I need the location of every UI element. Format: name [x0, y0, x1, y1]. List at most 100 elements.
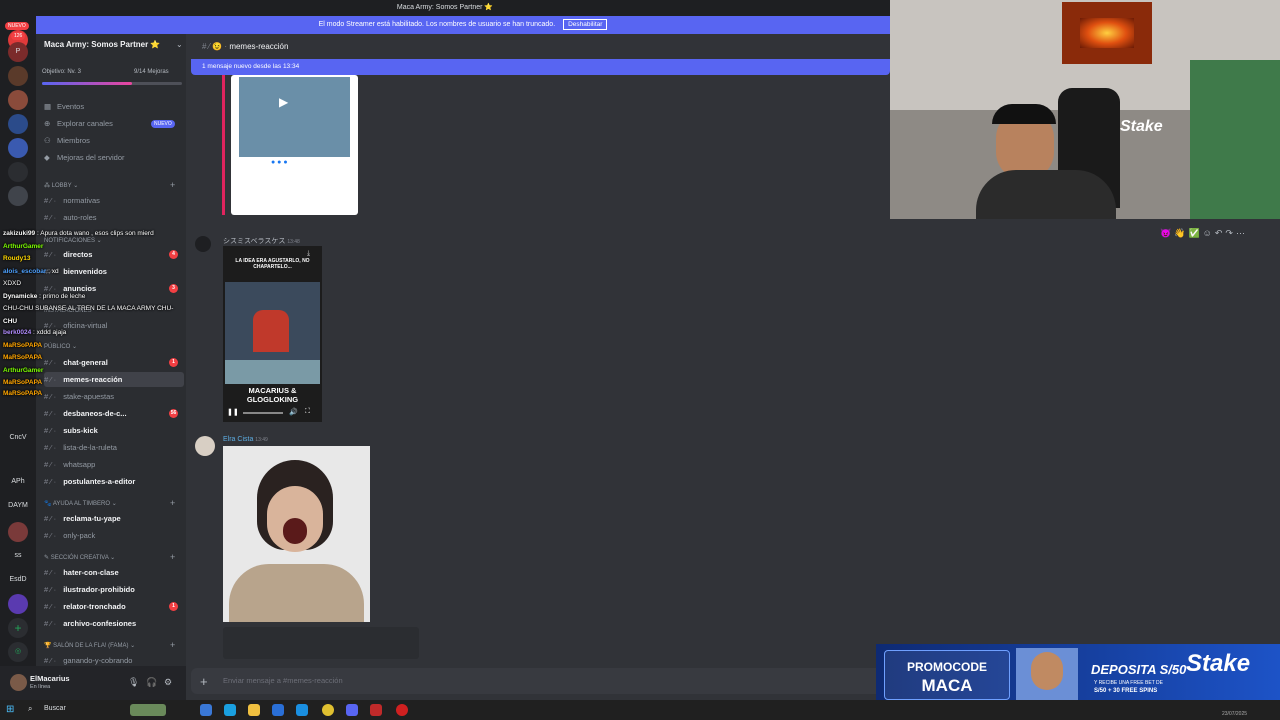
message-time: 13:49: [255, 437, 268, 443]
channel-item[interactable]: # ⁄ · hater-con-clase: [44, 565, 184, 580]
message-input[interactable]: Enviar mensaje a #memes-reacción: [191, 668, 891, 694]
server-icon[interactable]: [8, 90, 28, 110]
channel-item[interactable]: # ⁄ · archivo-confesiones: [44, 616, 184, 631]
pause-icon[interactable]: ❚❚: [227, 408, 239, 416]
category-creativa[interactable]: ✎ SECCIÓN CREATIVA ⌄: [44, 554, 115, 561]
reply-icon[interactable]: ↶: [1215, 228, 1226, 238]
fullscreen-icon[interactable]: ⛶: [305, 408, 310, 416]
compass-icon: ⊕: [44, 119, 51, 128]
app-icon[interactable]: [200, 704, 212, 716]
channel-item[interactable]: # ⁄ · desbaneos-de-c... 56: [44, 406, 184, 421]
server-name[interactable]: Maca Army: Somos Partner ⭐: [44, 40, 160, 49]
server-icon[interactable]: [8, 66, 28, 86]
embed-image[interactable]: ▶ ● ● ●: [231, 75, 358, 215]
app-icon[interactable]: [370, 704, 382, 716]
add-channel-icon[interactable]: +: [170, 552, 175, 562]
channel-item[interactable]: # ⁄ · normativas: [44, 193, 184, 208]
server-goal-progress[interactable]: 9/14 Mejoras: [134, 69, 169, 75]
nav-label: Eventos: [57, 102, 85, 111]
server-icon[interactable]: ss: [3, 546, 33, 566]
channel-item[interactable]: # ⁄ · subs-kick: [44, 423, 184, 438]
add-attachment-icon[interactable]: +: [200, 674, 208, 689]
nav-server-boosts[interactable]: ◆ Mejoras del servidor: [44, 153, 125, 162]
category-ayuda[interactable]: 🐾 AYUDA AL TIMBERO ⌄: [44, 500, 117, 507]
nav-events[interactable]: ▦ Eventos: [44, 102, 84, 111]
app-icon[interactable]: [296, 704, 308, 716]
gear-icon[interactable]: ⚙: [164, 677, 172, 688]
message-author[interactable]: Elra Cista 13:49: [223, 436, 268, 443]
server-icon[interactable]: CncV: [3, 428, 33, 448]
channel-name: ganando-y-cobrando: [63, 656, 133, 665]
channel-item[interactable]: # ⁄ · whatsapp: [44, 457, 184, 472]
windows-start-icon[interactable]: ⊞: [6, 704, 14, 715]
taskbar-widget[interactable]: [130, 704, 166, 716]
promo-line: Y RECIBE UNA FREE BET DE: [1094, 680, 1164, 686]
more-icon[interactable]: ⋯: [1236, 228, 1248, 238]
obs-icon[interactable]: [396, 704, 408, 716]
chevron-down-icon[interactable]: ⌄: [176, 40, 183, 49]
add-server-icon[interactable]: +: [8, 618, 28, 638]
folder-icon[interactable]: [248, 704, 260, 716]
download-icon[interactable]: ⤓: [307, 250, 310, 258]
server-icon[interactable]: APh: [3, 472, 33, 492]
reaction-icon[interactable]: 👋: [1174, 228, 1188, 238]
forward-icon[interactable]: ↷: [1225, 228, 1236, 238]
avatar[interactable]: [195, 436, 215, 456]
server-icon[interactable]: [8, 522, 28, 542]
taskbar-search[interactable]: Buscar: [44, 705, 66, 712]
add-channel-icon[interactable]: +: [170, 640, 175, 650]
add-channel-icon[interactable]: +: [170, 180, 175, 190]
chat-text: Apura dota wano , esos clips son mierd: [40, 230, 154, 237]
server-icon[interactable]: [8, 138, 28, 158]
channel-item[interactable]: # ⁄ · reclama-tu-yape: [44, 511, 184, 526]
emoji-icon[interactable]: ☺: [1203, 228, 1215, 238]
video-player[interactable]: LA IDEA ERA AGUSTARLO, NO CHAPARTELO... …: [223, 246, 322, 422]
avatar[interactable]: [10, 674, 27, 691]
message-actions-toolbar[interactable]: 😈👋✅☺↶↷⋯: [1160, 228, 1248, 239]
loading-attachment: [223, 627, 419, 659]
nav-browse-channels[interactable]: ⊕ Explorar canales: [44, 119, 113, 128]
app-icon[interactable]: [272, 704, 284, 716]
play-icon[interactable]: ▶: [279, 95, 288, 109]
chat-text: xddd ajaja: [36, 329, 67, 336]
channel-item[interactable]: # ⁄ · only-pack: [44, 528, 184, 543]
chat-line: MaRSoPAPA: [3, 390, 42, 397]
promo-code: MACA: [921, 676, 973, 695]
reaction-icon[interactable]: ✅: [1188, 228, 1202, 238]
microphone-icon[interactable]: 🎙: [128, 677, 139, 688]
server-icon[interactable]: [8, 114, 28, 134]
server-icon[interactable]: [8, 186, 28, 206]
volume-icon[interactable]: 🔊: [289, 408, 298, 416]
message-author[interactable]: シスミスベラスケス 13:48: [223, 236, 300, 246]
server-icon[interactable]: DAYM: [3, 496, 33, 516]
category-salon[interactable]: 🏆 SALÓN DE LA FLA! (FAMA) ⌄: [44, 642, 135, 649]
search-icon[interactable]: ⌕: [28, 704, 32, 714]
chat-username: MaRSoPAPA: [3, 342, 43, 349]
channel-item[interactable]: # ⁄ · lista-de-la-ruleta: [44, 440, 184, 455]
server-icon[interactable]: [8, 162, 28, 182]
channel-item[interactable]: # ⁄ · relator-tronchado 1: [44, 599, 184, 614]
server-icon[interactable]: EsdD: [3, 570, 33, 590]
server-icon[interactable]: P: [8, 42, 28, 62]
disable-streamer-button[interactable]: Deshabilitar: [563, 19, 608, 30]
server-icon[interactable]: [8, 594, 28, 614]
chrome-icon[interactable]: [322, 704, 334, 716]
avatar[interactable]: [195, 236, 211, 252]
hash-icon: # ⁄ ·: [44, 477, 59, 486]
discover-icon[interactable]: ◎: [8, 642, 28, 662]
taskbar: ⊞ ⌕ Buscar 23/07/2025: [0, 700, 1280, 720]
edge-icon[interactable]: [224, 704, 236, 716]
new-messages-bar[interactable]: 1 mensaje nuevo desde las 13:34: [191, 59, 890, 75]
category-lobby[interactable]: ⁂ LOBBY ⌄: [44, 182, 78, 189]
nav-members[interactable]: ⚇ Miembros: [44, 136, 90, 145]
reaction-icon[interactable]: 😈: [1160, 228, 1174, 238]
headphones-icon[interactable]: 🎧: [146, 677, 157, 688]
discord-icon[interactable]: [346, 704, 358, 716]
chat-line: CHU: [3, 318, 17, 325]
channel-item[interactable]: # ⁄ · ilustrador-prohibido: [44, 582, 184, 597]
embed-image[interactable]: [223, 446, 370, 622]
username[interactable]: ElMacarius: [30, 674, 70, 683]
channel-name: reclama-tu-yape: [63, 514, 121, 523]
channel-item[interactable]: # ⁄ · postulantes-a-editor: [44, 474, 184, 489]
add-channel-icon[interactable]: +: [170, 498, 175, 508]
